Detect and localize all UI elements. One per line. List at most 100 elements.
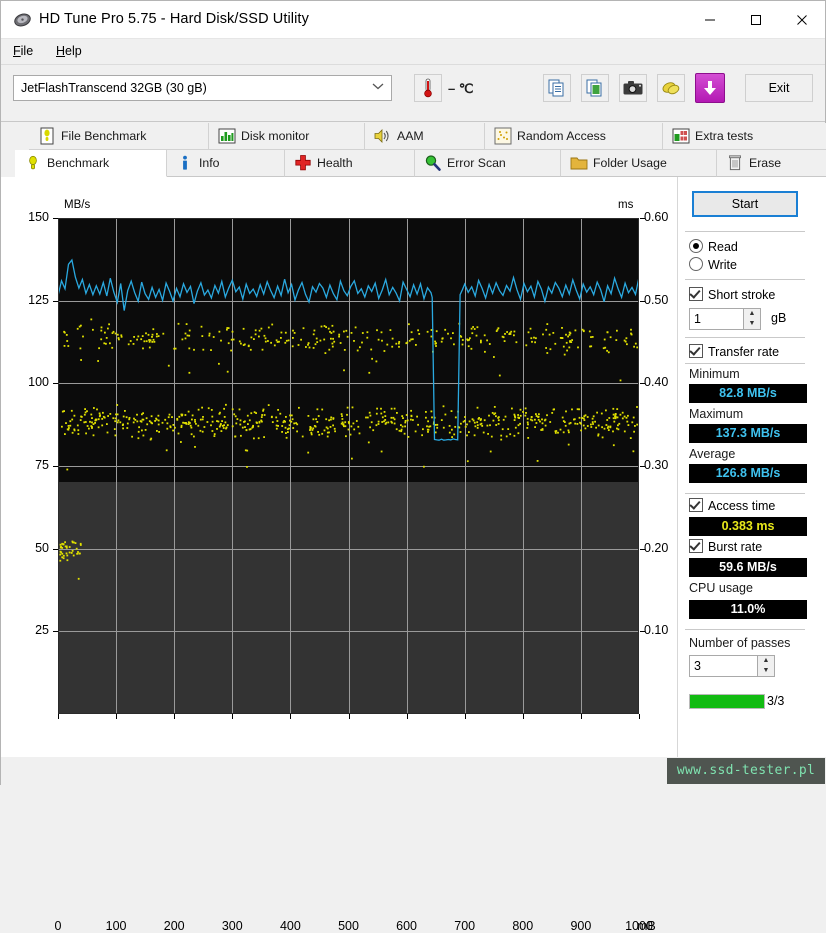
access-time-dot [202,348,205,351]
y-tick-label: 125 [28,292,49,307]
access-time-dot [185,423,188,425]
y-tick-label: 25 [35,623,49,638]
tab-health[interactable]: Health [285,150,415,177]
minimum-label: Minimum [689,367,740,381]
access-time-dot [65,334,68,336]
access-time-dot [561,416,564,419]
access-time-dot [497,416,500,418]
access-time-dot [258,329,261,332]
drive-select[interactable]: JetFlashTranscend 32GB (30 gB) [13,75,392,101]
settings-button[interactable] [657,74,685,102]
screenshot-button[interactable] [619,74,647,102]
access-time-dot [466,434,468,437]
access-time-dot [596,411,598,414]
access-time-dot [434,340,436,343]
menu-help[interactable]: Help [56,44,82,58]
access-time-dot [94,422,96,424]
access-time-dot [317,415,320,417]
tab-benchmark[interactable]: Benchmark [15,150,167,177]
access-time-dot [137,430,140,433]
stepper-up[interactable]: ▲ [744,309,760,319]
access-time-dot [284,331,287,334]
access-time-dot [524,414,527,417]
access-time-dot [590,423,592,426]
access-time-dot [78,552,81,555]
access-time-dot [320,325,323,328]
stepper-arrows[interactable]: ▲ ▼ [757,655,775,677]
menu-file[interactable]: File [13,44,33,58]
access-time-dot [321,408,324,411]
access-time-dot [97,360,99,362]
stepper-up[interactable]: ▲ [758,656,774,666]
access-time-dot [125,416,128,419]
access-time-dot [118,338,120,341]
access-time-dot [84,411,87,414]
stepper-down[interactable]: ▼ [758,666,774,676]
access-time-dot [202,416,204,418]
y-tick-mark [53,218,58,219]
short-stroke-stepper[interactable]: 1 ▲ ▼ [689,308,761,330]
access-time-dot [615,339,618,341]
access-time-dot [189,424,192,427]
close-button[interactable] [779,1,825,39]
access-time-dot [574,422,577,425]
access-time-dot [140,338,143,341]
access-time-dot [463,419,466,422]
access-time-dot [489,424,491,427]
copy-image-button[interactable] [581,74,609,102]
access-time-dot [246,414,249,417]
access-time-dot [100,329,103,332]
maximize-button[interactable] [733,1,779,39]
radio-read[interactable]: Read [689,239,738,254]
checkbox-burst-rate[interactable]: Burst rate [689,539,762,554]
access-time-dot [387,421,390,424]
y-tick-mark [53,466,58,467]
checkbox-short-stroke[interactable]: Short stroke [689,287,775,302]
radio-read-indicator [689,239,703,253]
trash-icon [726,154,744,172]
access-time-dot [493,356,495,358]
tab-aam[interactable]: AAM [365,123,485,150]
access-time-dot [71,431,74,434]
tab-disk-monitor[interactable]: Disk monitor [209,123,365,150]
access-time-dot [601,426,603,429]
stepper-down[interactable]: ▼ [744,319,760,329]
tab-extra-tests[interactable]: Extra tests [663,123,826,150]
temperature-button[interactable] [414,74,442,102]
tab-error-scan[interactable]: Error Scan [415,150,561,177]
average-value: 126.8 MB/s [689,464,807,483]
stepper-arrows[interactable]: ▲ ▼ [743,308,761,330]
checkbox-access-time[interactable]: Access time [689,498,775,513]
access-time-dot [174,347,177,350]
access-time-dot [525,344,528,347]
tab-file-benchmark[interactable]: File Benchmark [29,123,209,150]
access-time-dot [530,337,533,340]
checkbox-transfer-rate[interactable]: Transfer rate [689,344,779,359]
access-time-dot [588,330,591,333]
tab-label: Health [317,156,353,170]
access-time-dot [114,332,117,335]
access-time-dot [551,412,554,414]
access-time-dot [316,421,319,423]
access-time-dot [334,430,336,433]
save-results-button[interactable] [695,73,725,103]
access-time-dot [385,421,388,424]
tab-erase[interactable]: Erase [717,150,826,177]
y-tick-label: 75 [35,458,49,472]
tab-random-access[interactable]: Random Access [485,123,663,150]
copy-text-button[interactable] [543,74,571,102]
exit-button[interactable]: Exit [745,74,813,102]
access-time-dot [541,429,544,431]
radio-write[interactable]: Write [689,257,737,272]
access-time-dot [233,413,236,416]
tab-info[interactable]: Info [167,150,285,177]
access-time-dot [117,419,120,422]
passes-stepper[interactable]: 3 ▲ ▼ [689,655,775,677]
minimize-button[interactable] [687,1,733,39]
access-time-dot [94,419,97,422]
access-time-dot [554,432,557,434]
short-stroke-value: 1 [694,312,701,326]
start-button[interactable]: Start [692,191,798,217]
access-time-dot [390,416,393,419]
tab-folder-usage[interactable]: Folder Usage [561,150,717,177]
